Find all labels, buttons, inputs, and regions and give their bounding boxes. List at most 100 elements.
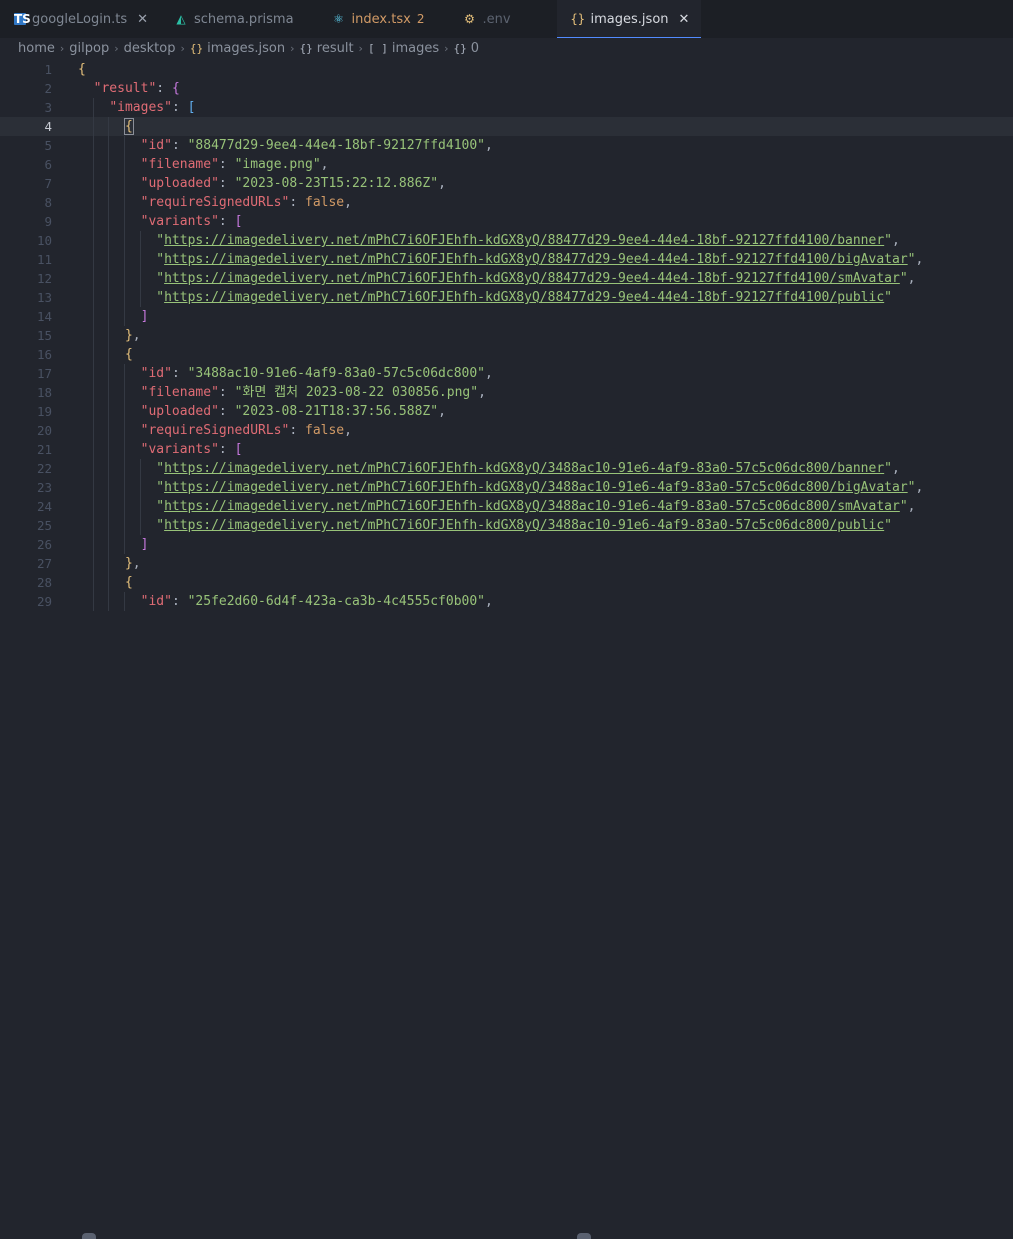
url-link[interactable]: https://imagedelivery.net/mPhC7i6OFJEhfh… <box>164 252 908 267</box>
breadcrumb-item[interactable]: gilpop <box>69 41 109 56</box>
breadcrumb-item[interactable]: home <box>18 41 55 56</box>
code-token: "variants" <box>140 442 219 457</box>
code-token: [ <box>234 214 243 229</box>
chevron-right-icon: › <box>114 41 119 55</box>
code-text: { <box>78 573 133 592</box>
code-line[interactable]: 9 "variants": [ <box>0 212 1013 231</box>
breadcrumb-item[interactable]: result <box>317 41 354 56</box>
code-line[interactable]: 24 "https://imagedelivery.net/mPhC7i6OFJ… <box>0 497 1013 516</box>
code-line[interactable]: 14 ] <box>0 307 1013 326</box>
code-editor[interactable]: 1{2 "result": {3 "images": [4 {5 "id": "… <box>0 60 1013 612</box>
code-line[interactable]: 19 "uploaded": "2023-08-21T18:37:56.588Z… <box>0 402 1013 421</box>
code-line[interactable]: 11 "https://imagedelivery.net/mPhC7i6OFJ… <box>0 250 1013 269</box>
code-line[interactable]: 17 "id": "3488ac10-91e6-4af9-83a0-57c5c0… <box>0 364 1013 383</box>
line-number: 21 <box>36 442 52 457</box>
breadcrumb-item[interactable]: 0 <box>471 41 479 56</box>
code-token: , <box>344 195 352 210</box>
breadcrumb-item[interactable]: images.json <box>207 41 285 56</box>
code-token: { <box>123 118 134 135</box>
code-token: , <box>485 366 493 381</box>
code-token: "images" <box>109 100 172 115</box>
close-icon[interactable]: ✕ <box>137 12 148 27</box>
code-token: : <box>218 442 235 457</box>
code-line[interactable]: 13 "https://imagedelivery.net/mPhC7i6OFJ… <box>0 288 1013 307</box>
code-token: "id" <box>140 594 172 609</box>
code-token: { <box>171 81 180 96</box>
code-text: "https://imagedelivery.net/mPhC7i6OFJEhf… <box>78 478 923 497</box>
line-number: 12 <box>36 271 52 286</box>
code-line[interactable]: 29 "id": "25fe2d60-6d4f-423a-ca3b-4c4555… <box>0 592 1013 611</box>
code-line[interactable]: 18 "filename": "화면 캡처 2023-08-22 030856.… <box>0 383 1013 402</box>
code-line[interactable]: 1{ <box>0 60 1013 79</box>
code-line[interactable]: 3 "images": [ <box>0 98 1013 117</box>
code-token: , <box>320 157 329 172</box>
tab-index-tsx[interactable]: ⚛ index.tsx 2 <box>306 0 437 38</box>
scroll-marker <box>577 1233 591 1239</box>
code-line[interactable]: 12 "https://imagedelivery.net/mPhC7i6OFJ… <box>0 269 1013 288</box>
code-token: " <box>884 290 892 305</box>
tab-label: googleLogin.ts <box>32 11 128 27</box>
code-line[interactable]: 25 "https://imagedelivery.net/mPhC7i6OFJ… <box>0 516 1013 535</box>
code-token: "variants" <box>140 214 219 229</box>
breadcrumb-item[interactable]: images <box>392 41 439 56</box>
code-text: "https://imagedelivery.net/mPhC7i6OFJEhf… <box>78 459 900 478</box>
array-icon: [ ] <box>367 41 388 55</box>
code-token: "25fe2d60-6d4f-423a-ca3b-4c4555cf0b00" <box>187 594 486 609</box>
breadcrumb-item[interactable]: desktop <box>124 41 176 56</box>
tab-label: index.tsx <box>351 11 411 27</box>
code-text: { <box>78 117 134 136</box>
code-text: }, <box>78 326 141 345</box>
code-line[interactable]: 26 ] <box>0 535 1013 554</box>
url-link[interactable]: https://imagedelivery.net/mPhC7i6OFJEhfh… <box>164 461 884 476</box>
code-text: "https://imagedelivery.net/mPhC7i6OFJEhf… <box>78 269 915 288</box>
code-line[interactable]: 27 }, <box>0 554 1013 573</box>
url-link[interactable]: https://imagedelivery.net/mPhC7i6OFJEhfh… <box>164 499 900 514</box>
line-number: 10 <box>36 233 52 248</box>
tab-schema-prisma[interactable]: ◭ schema.prisma <box>160 0 306 38</box>
url-link[interactable]: https://imagedelivery.net/mPhC7i6OFJEhfh… <box>164 271 900 286</box>
code-line[interactable]: 2 "result": { <box>0 79 1013 98</box>
line-number: 16 <box>36 347 52 362</box>
code-line[interactable]: 22 "https://imagedelivery.net/mPhC7i6OFJ… <box>0 459 1013 478</box>
code-line[interactable]: 16 { <box>0 345 1013 364</box>
code-line[interactable]: 5 "id": "88477d29-9ee4-44e4-18bf-92127ff… <box>0 136 1013 155</box>
code-line[interactable]: 21 "variants": [ <box>0 440 1013 459</box>
url-link[interactable]: https://imagedelivery.net/mPhC7i6OFJEhfh… <box>164 480 908 495</box>
code-token: "uploaded" <box>140 404 219 419</box>
close-icon[interactable]: ✕ <box>679 12 690 27</box>
tab-env[interactable]: ⚙ .env <box>436 0 522 38</box>
code-line[interactable]: 8 "requireSignedURLs": false, <box>0 193 1013 212</box>
code-line[interactable]: 28 { <box>0 573 1013 592</box>
code-token: : <box>218 214 235 229</box>
code-token: "image.png" <box>234 157 321 172</box>
line-number: 8 <box>44 195 52 210</box>
url-link[interactable]: https://imagedelivery.net/mPhC7i6OFJEhfh… <box>164 233 884 248</box>
code-line[interactable]: 7 "uploaded": "2023-08-23T15:22:12.886Z"… <box>0 174 1013 193</box>
code-text: "id": "88477d29-9ee4-44e4-18bf-92127ffd4… <box>78 136 493 155</box>
code-text: "images": [ <box>78 98 195 117</box>
code-line[interactable]: 4 { <box>0 117 1013 136</box>
line-number: 29 <box>36 594 52 609</box>
chevron-right-icon: › <box>290 41 295 55</box>
url-link[interactable]: https://imagedelivery.net/mPhC7i6OFJEhfh… <box>164 290 884 305</box>
code-token: " <box>884 518 892 533</box>
code-line[interactable]: 23 "https://imagedelivery.net/mPhC7i6OFJ… <box>0 478 1013 497</box>
tab-googlelogin[interactable]: TS googleLogin.ts ✕ <box>0 0 160 38</box>
tab-images-json[interactable]: {} images.json ✕ <box>556 0 702 38</box>
code-token: [ <box>187 100 196 115</box>
code-line[interactable]: 20 "requireSignedURLs": false, <box>0 421 1013 440</box>
line-number: 2 <box>44 81 52 96</box>
code-line[interactable]: 6 "filename": "image.png", <box>0 155 1013 174</box>
code-text: "uploaded": "2023-08-23T15:22:12.886Z", <box>78 174 446 193</box>
code-token: : <box>156 81 172 96</box>
code-line[interactable]: 15 }, <box>0 326 1013 345</box>
code-text: }, <box>78 554 141 573</box>
code-token: "2023-08-21T18:37:56.588Z" <box>234 404 439 419</box>
line-number: 23 <box>36 480 52 495</box>
code-line[interactable]: 10 "https://imagedelivery.net/mPhC7i6OFJ… <box>0 231 1013 250</box>
line-number: 15 <box>36 328 52 343</box>
url-link[interactable]: https://imagedelivery.net/mPhC7i6OFJEhfh… <box>164 518 884 533</box>
code-text: "result": { <box>78 79 180 98</box>
code-token: false <box>305 423 345 438</box>
